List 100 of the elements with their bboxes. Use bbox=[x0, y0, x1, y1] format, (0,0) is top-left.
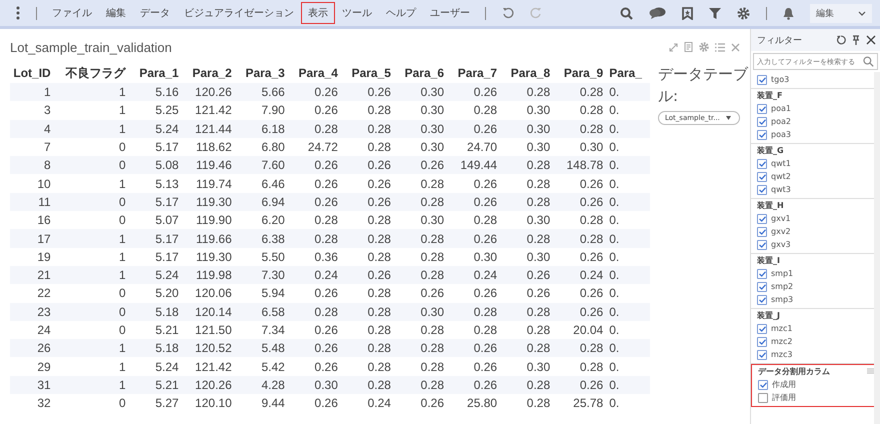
table-cell: 0.28 bbox=[288, 211, 341, 230]
table-cell: 5.27 bbox=[128, 394, 182, 412]
table-cell: 0.28 bbox=[340, 376, 394, 394]
column-header[interactable]: Para_ bbox=[606, 63, 650, 83]
checkbox[interactable] bbox=[757, 336, 767, 346]
column-header[interactable]: Para_4 bbox=[288, 63, 341, 83]
more-icon[interactable] bbox=[16, 6, 20, 20]
table-cell: 0. bbox=[606, 229, 650, 248]
table-cell-text: 0.28 bbox=[472, 102, 498, 120]
checkbox[interactable] bbox=[757, 282, 767, 292]
checkbox[interactable] bbox=[757, 268, 767, 278]
table-cell: 19 bbox=[10, 248, 54, 266]
column-header[interactable]: Para_5 bbox=[340, 63, 394, 83]
table-cell: 6.58 bbox=[234, 302, 288, 321]
table-cell: 0.28 bbox=[553, 83, 606, 102]
close-icon[interactable] bbox=[866, 35, 876, 45]
table-cell: 0.28 bbox=[553, 357, 606, 376]
checkbox[interactable] bbox=[757, 350, 767, 360]
filter-icon[interactable] bbox=[709, 6, 721, 20]
drag-handle-icon[interactable] bbox=[867, 368, 874, 374]
column-header[interactable]: Lot_ID bbox=[10, 63, 54, 83]
bell-icon[interactable] bbox=[783, 6, 794, 20]
checkbox[interactable] bbox=[757, 184, 767, 194]
table-cell: 0.28 bbox=[553, 229, 606, 248]
column-header[interactable]: 不良フラグ bbox=[54, 63, 129, 83]
table-cell: 0.30 bbox=[500, 357, 554, 376]
checkbox[interactable] bbox=[758, 392, 768, 402]
menu-item[interactable]: 表示 bbox=[301, 2, 335, 24]
table-cell: 0.28 bbox=[500, 156, 554, 174]
table-cell: 0.26 bbox=[447, 120, 500, 138]
menu-item[interactable]: ユーザー bbox=[423, 2, 477, 24]
table-cell: 20.04 bbox=[553, 320, 606, 340]
column-header[interactable]: Para_7 bbox=[447, 63, 500, 83]
checkbox[interactable] bbox=[757, 240, 767, 250]
table-cell: 0 bbox=[54, 138, 129, 156]
table-cell: 6.18 bbox=[234, 120, 288, 138]
table-cell: 5.42 bbox=[234, 357, 288, 376]
table-cell: 6.46 bbox=[234, 174, 288, 193]
table-cell: 0. bbox=[606, 266, 650, 284]
table-cell: 0 bbox=[54, 302, 129, 321]
table-cell-text: 0.26 bbox=[472, 285, 498, 302]
settings-icon[interactable] bbox=[737, 6, 750, 20]
checkbox[interactable] bbox=[757, 294, 767, 304]
menu-item[interactable]: 編集 bbox=[99, 2, 133, 24]
table-cell: 5.21 bbox=[128, 320, 182, 340]
table-cell: 148.78 bbox=[553, 156, 606, 174]
table-cell: 5.24 bbox=[128, 357, 182, 376]
table-cell: 1 bbox=[54, 174, 129, 193]
table-cell: 121.44 bbox=[182, 120, 235, 138]
filter-group-title: 装置_H bbox=[757, 200, 784, 212]
column-header[interactable]: Para_8 bbox=[500, 63, 554, 83]
column-header[interactable]: Para_2 bbox=[182, 63, 235, 83]
filter-item-label: qwt3 bbox=[771, 185, 791, 194]
checkbox[interactable] bbox=[757, 104, 767, 114]
menu-item[interactable]: ヘルプ bbox=[379, 2, 423, 24]
table-cell: 0.24 bbox=[447, 266, 500, 284]
column-header[interactable]: Para_3 bbox=[234, 63, 288, 83]
checkbox[interactable] bbox=[757, 226, 767, 236]
table-cell: 5.66 bbox=[234, 83, 288, 102]
column-header[interactable]: Para_6 bbox=[394, 63, 447, 83]
undo-icon[interactable] bbox=[502, 7, 514, 19]
checkbox[interactable] bbox=[757, 158, 767, 168]
table-cell: 0 bbox=[54, 320, 129, 340]
table-cell: 0.30 bbox=[394, 83, 447, 102]
table-cell: 7.30 bbox=[234, 266, 288, 284]
search-icon bbox=[863, 56, 874, 67]
menu-item[interactable]: ファイル bbox=[45, 2, 99, 24]
table-cell: 7.60 bbox=[234, 156, 288, 174]
checkbox[interactable] bbox=[757, 130, 767, 140]
column-header[interactable]: Para_9 bbox=[553, 63, 606, 83]
menu-item[interactable]: データ bbox=[133, 2, 177, 24]
column-header[interactable]: Para_1 bbox=[128, 63, 182, 83]
chat-icon[interactable] bbox=[649, 7, 666, 19]
table-cell-text: 0.28 bbox=[366, 102, 392, 120]
checkbox[interactable] bbox=[757, 172, 767, 182]
table-cell: 0.26 bbox=[288, 156, 341, 174]
table-cell-text: 0.30 bbox=[420, 102, 445, 120]
table-cell: 149.44 bbox=[447, 156, 500, 174]
filter-item-label: qwt2 bbox=[771, 172, 791, 181]
menu-item[interactable]: ツール bbox=[335, 2, 379, 24]
checkbox[interactable] bbox=[758, 380, 768, 390]
table-cell: 0.28 bbox=[553, 120, 606, 138]
table-cell: 0. bbox=[606, 376, 650, 394]
table-cell: 1 bbox=[54, 357, 129, 376]
table-cell-text: 121.42 bbox=[194, 102, 233, 120]
search-icon[interactable] bbox=[620, 6, 633, 20]
reset-icon[interactable] bbox=[836, 35, 846, 45]
table-cell: 24.72 bbox=[288, 138, 341, 156]
checkbox[interactable] bbox=[757, 324, 767, 334]
checkbox[interactable] bbox=[757, 74, 767, 84]
table-cell: 0.28 bbox=[500, 376, 554, 394]
checkbox[interactable] bbox=[757, 116, 767, 126]
menu-item[interactable]: ビジュアライゼーション bbox=[177, 2, 301, 24]
table-cell: 0.28 bbox=[447, 211, 500, 230]
table-cell: 0.30 bbox=[500, 211, 554, 230]
checkbox[interactable] bbox=[757, 214, 767, 224]
bookmark-icon[interactable] bbox=[682, 6, 693, 20]
pin-icon[interactable] bbox=[852, 35, 860, 45]
mode-dropdown[interactable]: 編集 bbox=[810, 4, 872, 22]
table-cell: 1 bbox=[54, 229, 129, 248]
